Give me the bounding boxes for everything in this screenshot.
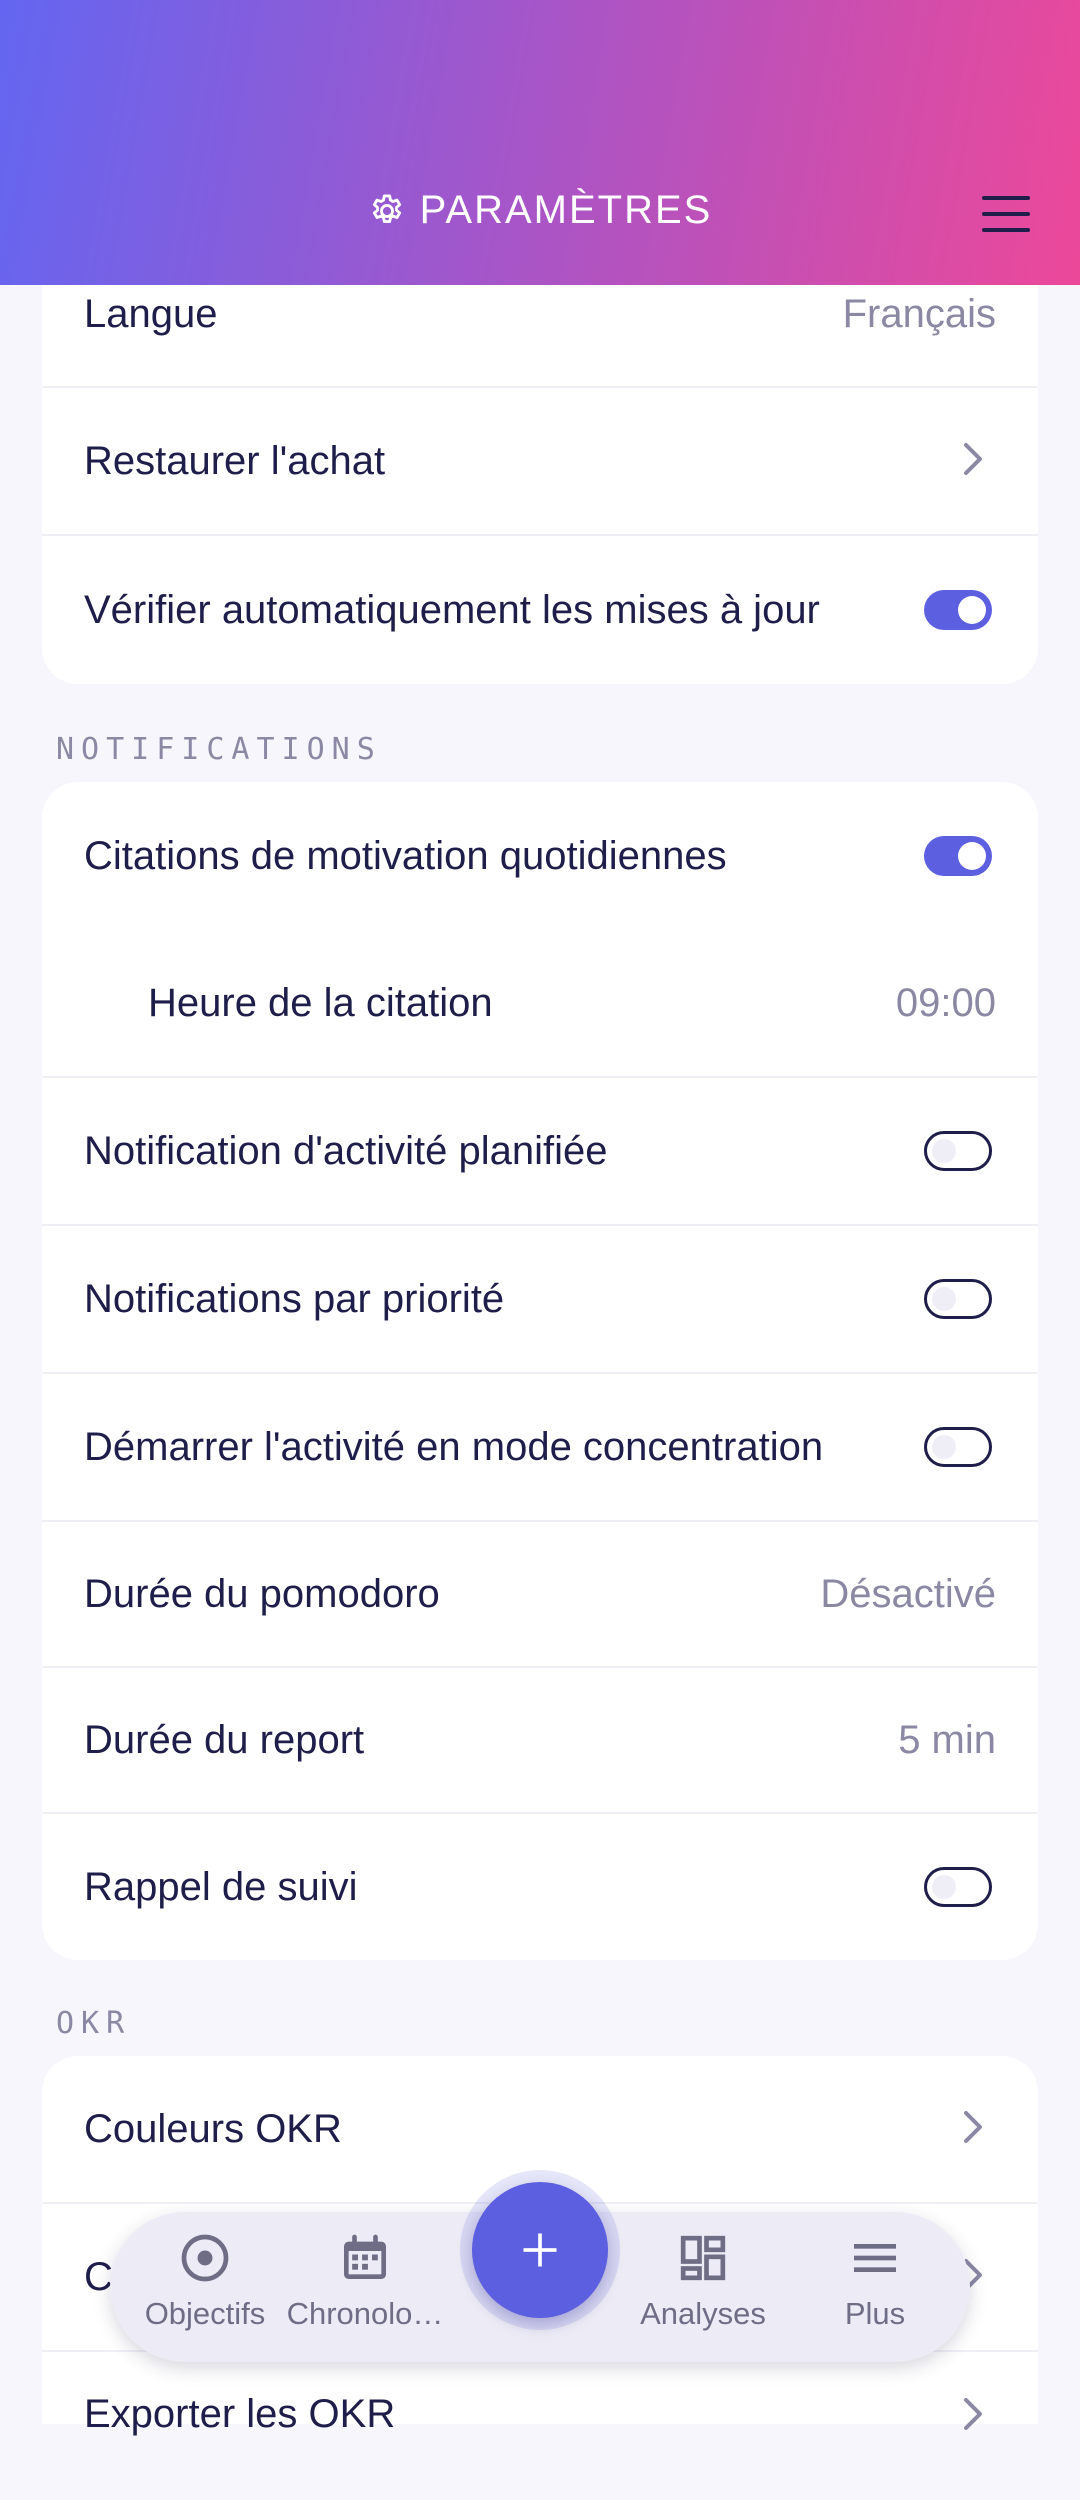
okr-partial-label: C [84, 2254, 113, 2299]
nav-item-plus[interactable]: Plus [795, 2230, 955, 2350]
pomodoro-duration-row[interactable]: Durée du pomodoro Désactivé [42, 1522, 1038, 1668]
hamburger-icon-bar [982, 228, 1030, 232]
quote-time-row[interactable]: Heure de la citation 09:00 [42, 930, 1038, 1078]
header-title-text: PARAMÈTRES [419, 188, 713, 232]
general-card: Langue Français Restaurer l'achat Vérifi… [42, 240, 1038, 684]
auto-update-label: Vérifier automatiquement les mises à jou… [84, 587, 820, 632]
daily-quotes-toggle[interactable] [924, 836, 992, 876]
priority-notifications-toggle[interactable] [924, 1279, 992, 1319]
auto-update-row: Vérifier automatiquement les mises à jou… [42, 536, 1038, 684]
scheduled-activity-row: Notification d'activité planifiée [42, 1078, 1038, 1226]
restore-purchase-label: Restaurer l'achat [84, 438, 386, 483]
okr-section-title: OKR [56, 2006, 132, 2041]
snooze-duration-value: 5 min [898, 1717, 996, 1762]
settings-content: Langue Français Restaurer l'achat Vérifi… [0, 0, 1080, 2436]
nav-label-chronologie: Chronolo… [286, 2296, 444, 2331]
followup-reminder-label: Rappel de suivi [84, 1864, 358, 1909]
nav-label-objectifs: Objectifs [144, 2296, 266, 2331]
pomodoro-duration-label: Durée du pomodoro [84, 1571, 440, 1616]
focus-mode-row: Démarrer l'activité en mode concentratio… [42, 1374, 1038, 1522]
quote-time-value: 09:00 [895, 980, 996, 1025]
target-icon [181, 2234, 229, 2282]
hamburger-icon-bar [982, 196, 1030, 200]
snooze-duration-row[interactable]: Durée du report 5 min [42, 1668, 1038, 1814]
notifications-card: Citations de motivation quotidiennes Heu… [42, 782, 1038, 1960]
focus-mode-toggle[interactable] [924, 1427, 992, 1467]
okr-export-label: Exporter les OKR [84, 2392, 396, 2436]
okr-export-row[interactable]: Exporter les OKR [42, 2352, 1038, 2500]
plus-icon [523, 2233, 557, 2267]
dashboard-icon [680, 2235, 726, 2281]
calendar-icon [344, 2234, 386, 2279]
restore-purchase-row[interactable]: Restaurer l'achat [42, 388, 1038, 536]
header-title: PARAMÈTRES [0, 188, 1080, 233]
notifications-section-title: NOTIFICATIONS [56, 732, 382, 767]
auto-update-toggle[interactable] [924, 590, 992, 630]
language-value: Français [842, 292, 996, 336]
priority-notifications-label: Notifications par priorité [84, 1276, 505, 1321]
priority-notifications-row: Notifications par priorité [42, 1226, 1038, 1374]
hamburger-menu-button[interactable] [982, 196, 1030, 232]
daily-quotes-label: Citations de motivation quotidiennes [84, 833, 727, 878]
daily-quotes-row: Citations de motivation quotidiennes [42, 782, 1038, 930]
chevron-right-icon [962, 441, 986, 482]
gear-icon [372, 194, 401, 223]
nav-item-objectifs[interactable]: Objectifs [125, 2230, 285, 2350]
quote-time-label: Heure de la citation [148, 980, 493, 1025]
followup-reminder-row: Rappel de suivi [42, 1814, 1038, 1960]
focus-mode-label: Démarrer l'activité en mode concentratio… [84, 1424, 824, 1469]
scheduled-activity-toggle[interactable] [924, 1131, 992, 1171]
add-button[interactable] [472, 2182, 608, 2318]
nav-label-analyses: Analyses [640, 2296, 766, 2331]
nav-item-chronologie[interactable]: Chronolo… [285, 2230, 445, 2350]
hamburger-icon-bar [982, 212, 1030, 216]
nav-item-analyses[interactable]: Analyses [623, 2230, 783, 2350]
language-label: Langue [84, 292, 218, 336]
pomodoro-duration-value: Désactivé [820, 1571, 996, 1616]
app-header: PARAMÈTRES [0, 0, 1080, 285]
menu-icon [854, 2244, 896, 2272]
followup-reminder-toggle[interactable] [924, 1867, 992, 1907]
nav-label-plus: Plus [844, 2296, 906, 2331]
chevron-right-icon [962, 2109, 986, 2150]
scheduled-activity-label: Notification d'activité planifiée [84, 1128, 608, 1173]
chevron-right-icon [962, 2396, 986, 2437]
okr-colors-label: Couleurs OKR [84, 2106, 342, 2151]
snooze-duration-label: Durée du report [84, 1717, 365, 1762]
